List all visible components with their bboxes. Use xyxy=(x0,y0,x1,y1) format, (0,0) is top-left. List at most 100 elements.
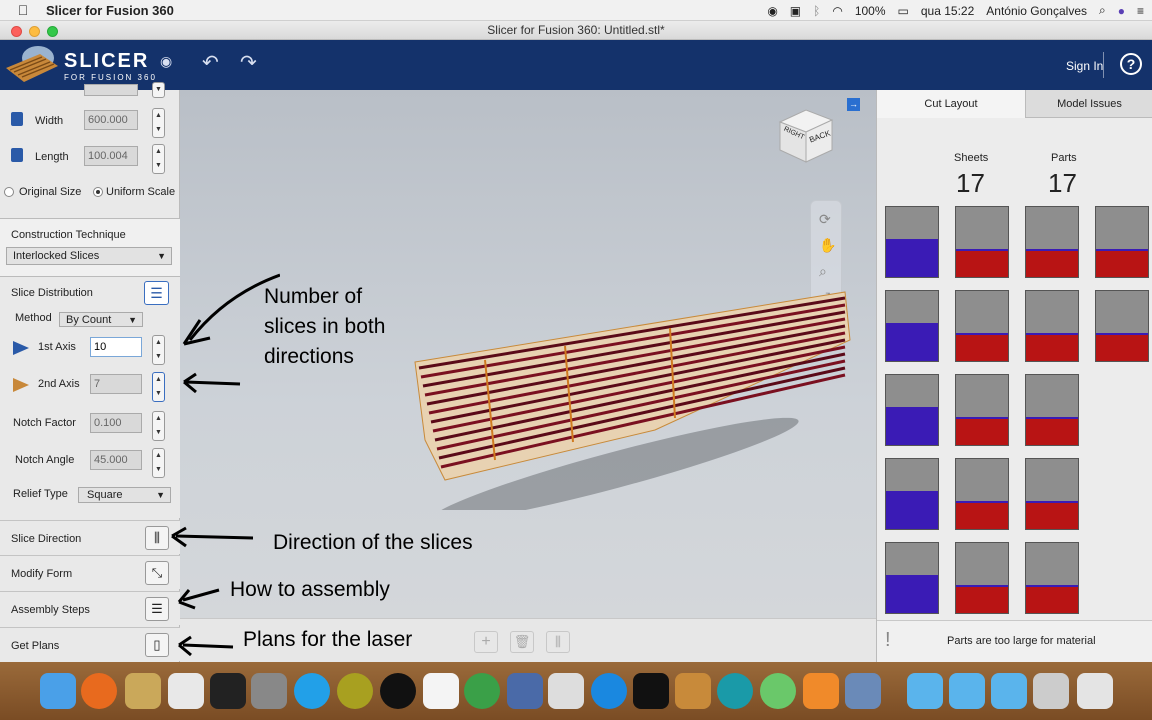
sheet-thumbnail[interactable] xyxy=(955,542,1009,614)
slice-direction-icon[interactable]: ⫼ xyxy=(145,526,169,550)
sheet-thumbnail[interactable] xyxy=(885,206,939,278)
app-menu[interactable]: Slicer for Fusion 360 xyxy=(46,3,174,18)
folder-icon[interactable] xyxy=(949,673,985,709)
calculator-icon[interactable] xyxy=(251,673,287,709)
sheet-thumbnail[interactable] xyxy=(885,458,939,530)
inkscape-icon[interactable] xyxy=(210,673,246,709)
folder-icon[interactable] xyxy=(907,673,943,709)
sheet-thumbnail[interactable] xyxy=(1025,206,1079,278)
drawing-icon[interactable] xyxy=(168,673,204,709)
sheet-thumbnail[interactable] xyxy=(955,374,1009,446)
assembly-steps-section[interactable]: Assembly Steps ☰ xyxy=(0,591,180,625)
undo-icon[interactable]: ↶ xyxy=(202,50,219,75)
uniform-scale-radio[interactable] xyxy=(93,187,103,197)
close-window-button[interactable] xyxy=(11,26,22,37)
sheet-thumbnail[interactable] xyxy=(885,374,939,446)
sign-in-link[interactable]: Sign In xyxy=(1066,59,1103,73)
length-stepper[interactable]: ▲ ▼ xyxy=(152,144,165,174)
sheet-thumbnail[interactable] xyxy=(1095,206,1149,278)
original-size-radio[interactable] xyxy=(4,187,14,197)
video-app-icon[interactable] xyxy=(507,673,543,709)
folder-icon[interactable] xyxy=(991,673,1027,709)
assembly-steps-icon[interactable]: ☰ xyxy=(145,597,169,621)
notch-angle-stepper[interactable]: ▲ ▼ xyxy=(152,448,165,478)
method-select[interactable]: By Count ▼ xyxy=(59,312,143,327)
tools-app-icon[interactable] xyxy=(675,673,711,709)
battery-status[interactable]: 100% xyxy=(855,4,886,18)
modify-form-section[interactable]: Modify Form ⤡ xyxy=(0,555,180,589)
sheet-thumbnail[interactable] xyxy=(1025,290,1079,362)
notch-angle-field[interactable]: 45.000 xyxy=(90,450,142,470)
zoom-window-button[interactable] xyxy=(47,26,58,37)
finder-icon[interactable] xyxy=(40,673,76,709)
sheet-thumbnail[interactable] xyxy=(1095,290,1149,362)
sheet-thumbnail[interactable] xyxy=(1025,458,1079,530)
apple-menu-icon[interactable]:  xyxy=(0,2,46,18)
tab-model-issues[interactable]: Model Issues xyxy=(1025,90,1152,118)
notch-factor-stepper[interactable]: ▲ ▼ xyxy=(152,411,165,441)
get-plans-section[interactable]: Get Plans ▯ xyxy=(0,627,180,661)
modify-form-icon[interactable]: ⤡ xyxy=(145,561,169,585)
first-axis-stepper[interactable]: ▲ ▼ xyxy=(152,335,165,365)
arduino-icon[interactable] xyxy=(717,673,753,709)
siri-icon[interactable]: ● xyxy=(1118,4,1125,18)
battery-icon[interactable]: ▭ xyxy=(898,4,909,18)
redo-icon[interactable]: ↷ xyxy=(240,50,257,75)
scissors-app-icon[interactable] xyxy=(548,673,584,709)
slices-icon[interactable]: ⫼ xyxy=(546,631,570,653)
width-stepper[interactable]: ▲ ▼ xyxy=(152,108,165,138)
notification-center-icon[interactable]: ≡ xyxy=(1137,4,1144,18)
sketchup-icon[interactable] xyxy=(337,673,373,709)
c-app-icon[interactable] xyxy=(591,673,627,709)
skype-icon[interactable] xyxy=(294,673,330,709)
relief-type-select[interactable]: Square ▼ xyxy=(78,487,171,503)
first-axis-field[interactable]: 10 xyxy=(90,337,142,357)
sheet-thumbnail[interactable] xyxy=(1025,542,1079,614)
construction-technique-select[interactable]: Interlocked Slices ▼ xyxy=(6,247,172,265)
atom-app-icon[interactable] xyxy=(760,673,796,709)
3d-viewport[interactable]: → RIGHT BACK ⟳ ✋ ⌕ ⤢ ◎ Number of slices … xyxy=(171,90,876,618)
second-axis-stepper[interactable]: ▲ ▼ xyxy=(152,372,165,402)
slice-distribution-icon[interactable]: ☰ xyxy=(144,281,169,305)
height-stepper[interactable]: ▼ xyxy=(152,82,165,98)
add-part-icon[interactable]: + xyxy=(474,631,498,653)
creative-cloud-icon[interactable]: ◉ xyxy=(767,4,777,18)
get-plans-icon[interactable]: ▯ xyxy=(145,633,169,657)
sheet-thumbnail[interactable] xyxy=(955,458,1009,530)
app-menu-dropdown-icon[interactable]: ◉ xyxy=(160,53,172,70)
length-field[interactable]: 100.004 xyxy=(84,146,138,166)
spotlight-search-icon[interactable]: ⌕ xyxy=(1099,3,1106,18)
second-axis-field[interactable]: 7 xyxy=(90,374,142,394)
printer-icon[interactable] xyxy=(1033,673,1069,709)
recycle-app-icon[interactable] xyxy=(464,673,500,709)
sheet-thumbnail[interactable] xyxy=(885,542,939,614)
tab-cut-layout[interactable]: Cut Layout xyxy=(877,90,1025,118)
notch-factor-field[interactable]: 0.100 xyxy=(90,413,142,433)
fusion-360-icon[interactable] xyxy=(803,673,839,709)
display-icon[interactable]: ▣ xyxy=(790,4,801,18)
clock[interactable]: qua 15:22 xyxy=(921,4,974,18)
width-field[interactable]: 600.000 xyxy=(84,110,138,130)
collapse-panel-icon[interactable]: → xyxy=(847,98,860,111)
slice-direction-section[interactable]: Slice Direction ⫼ xyxy=(0,520,180,554)
sheet-thumbnail[interactable] xyxy=(955,206,1009,278)
wifi-icon[interactable]: ◠ xyxy=(832,4,842,18)
textedit-icon[interactable] xyxy=(423,673,459,709)
processing-icon[interactable] xyxy=(380,673,416,709)
minimize-window-button[interactable] xyxy=(29,26,40,37)
trash-icon[interactable]: 🗑 xyxy=(510,631,534,653)
help-button[interactable]: ? xyxy=(1120,53,1142,75)
paint-icon[interactable] xyxy=(125,673,161,709)
trash-dock-icon[interactable] xyxy=(1077,673,1113,709)
terminal-icon[interactable] xyxy=(633,673,669,709)
slicer-dock-icon[interactable] xyxy=(845,673,881,709)
sheet-thumbnail[interactable] xyxy=(1025,374,1079,446)
user-name[interactable]: António Gonçalves xyxy=(986,4,1087,18)
height-field[interactable] xyxy=(84,84,138,96)
firefox-icon[interactable] xyxy=(81,673,117,709)
sliced-model[interactable] xyxy=(405,280,865,510)
orbit-icon[interactable]: ⟳ xyxy=(819,211,831,228)
sheet-thumbnail[interactable] xyxy=(885,290,939,362)
sheet-thumbnail[interactable] xyxy=(955,290,1009,362)
zoom-icon[interactable]: ⌕ xyxy=(819,263,827,280)
